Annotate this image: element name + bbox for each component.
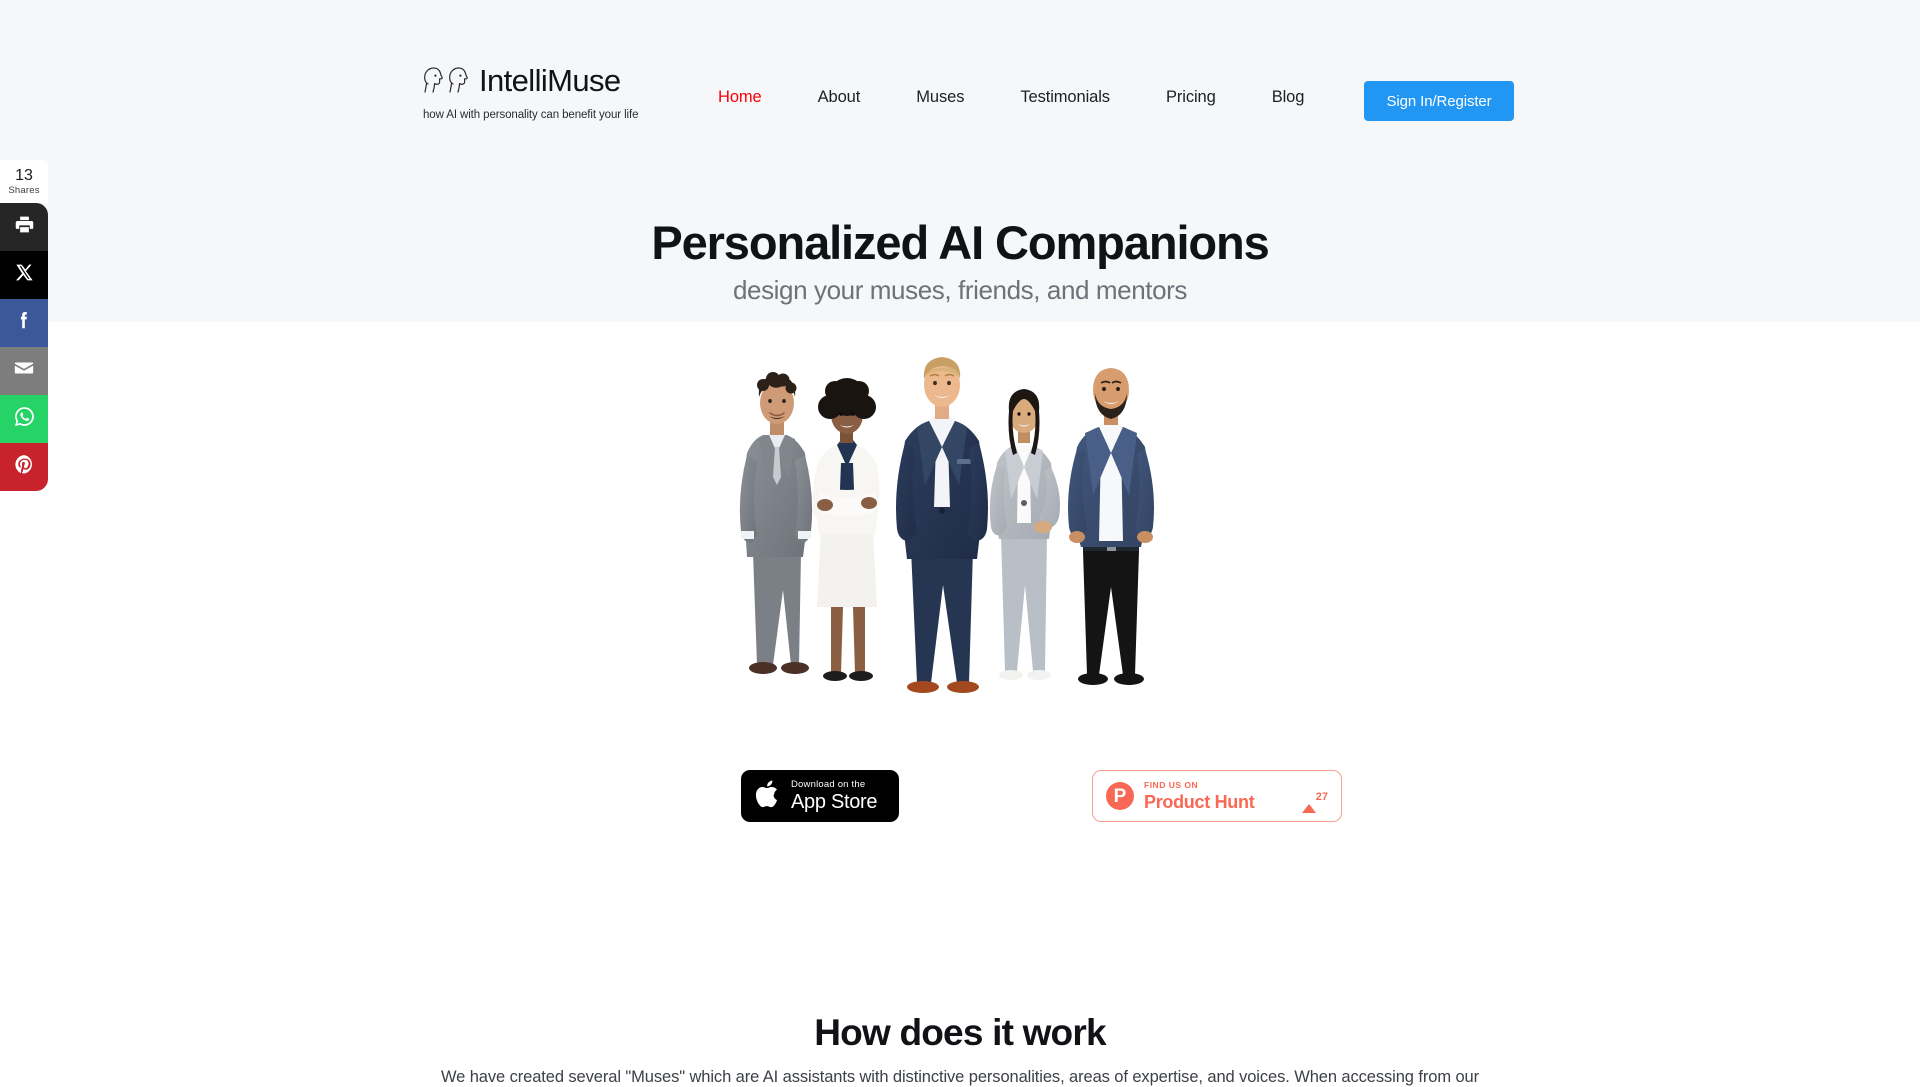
share-button-email[interactable] — [0, 346, 48, 395]
how-it-works-title: How does it work — [814, 1012, 1106, 1053]
person-2 — [812, 378, 880, 681]
share-count: 13 Shares — [0, 160, 48, 203]
product-hunt-upvote[interactable]: 27 — [1301, 787, 1328, 813]
main-navigation: Home About Muses Testimonials Pricing Bl… — [690, 88, 1332, 107]
producthunt-p-icon: P — [1106, 782, 1134, 810]
person-4 — [989, 389, 1060, 680]
envelope-icon — [13, 357, 35, 384]
product-hunt-badge[interactable]: P FIND US ON Product Hunt 27 — [1092, 770, 1342, 822]
app-store-line1: Download on the — [791, 778, 866, 790]
share-button-x[interactable] — [0, 250, 48, 299]
product-hunt-line1: FIND US ON — [1144, 780, 1199, 791]
social-share-sidebar: 13 Shares — [0, 160, 48, 491]
how-it-works-body: We have created several "Muses" which ar… — [440, 1068, 1479, 1086]
nav-item-blog[interactable]: Blog — [1244, 88, 1333, 107]
share-count-number: 13 — [15, 167, 33, 184]
share-count-label: Shares — [8, 184, 40, 196]
x-twitter-icon — [15, 263, 34, 287]
facebook-icon — [13, 309, 35, 336]
hero-people-image — [725, 335, 1195, 725]
whatsapp-icon — [13, 405, 36, 433]
nav-item-pricing[interactable]: Pricing — [1138, 88, 1244, 107]
share-button-print[interactable] — [0, 202, 48, 251]
brand-tagline: how AI with personality can benefit your… — [423, 109, 639, 121]
two-head-profiles-icon — [422, 62, 470, 99]
share-button-whatsapp[interactable] — [0, 394, 48, 443]
app-store-line2: App Store — [791, 791, 878, 814]
hero-subtitle: design your muses, friends, and mentors — [732, 275, 1188, 305]
brand-logo[interactable]: IntelliMuse how AI with personality can … — [422, 62, 662, 121]
upvote-triangle-icon — [1301, 787, 1316, 813]
nav-item-about[interactable]: About — [790, 88, 889, 107]
nav-item-home[interactable]: Home — [690, 88, 790, 107]
person-3 — [896, 357, 988, 693]
app-store-badge[interactable]: Download on the App Store — [741, 770, 899, 822]
apple-logo-icon — [754, 777, 782, 816]
printer-icon — [14, 214, 35, 240]
share-button-facebook[interactable] — [0, 298, 48, 347]
site-header: IntelliMuse how AI with personality can … — [0, 0, 1920, 150]
download-badges: Download on the App Store P FIND US ON P… — [0, 770, 1920, 840]
nav-item-testimonials[interactable]: Testimonials — [992, 88, 1138, 107]
sign-in-register-button[interactable]: Sign In/Register — [1364, 81, 1514, 121]
hero-title: Personalized AI Companions — [651, 216, 1269, 269]
person-1 — [739, 372, 813, 674]
share-button-pinterest[interactable] — [0, 442, 48, 491]
upvote-count: 27 — [1315, 791, 1328, 803]
product-hunt-line2: Product Hunt — [1144, 791, 1255, 812]
brand-name: IntelliMuse — [479, 63, 621, 98]
person-5 — [1068, 368, 1154, 685]
pinterest-icon — [13, 453, 36, 481]
nav-item-muses[interactable]: Muses — [888, 88, 992, 107]
